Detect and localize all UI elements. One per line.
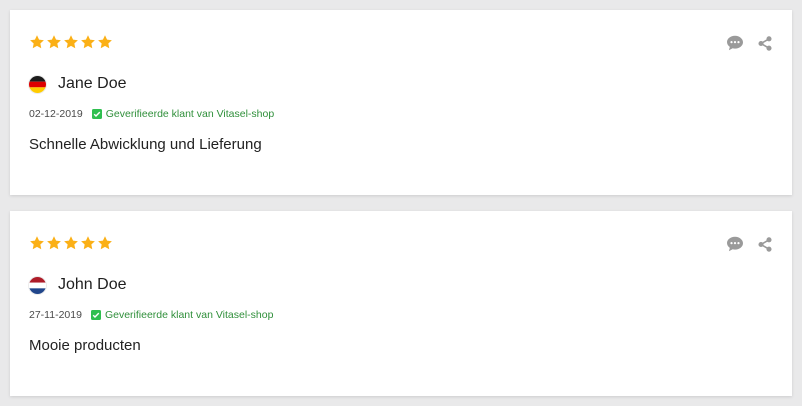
star-icon xyxy=(63,235,79,251)
review-text: Schnelle Abwicklung und Lieferung xyxy=(29,136,262,153)
review-meta: 02-12-2019 Geverifieerde klant van Vitas… xyxy=(29,107,274,121)
star-icon xyxy=(97,235,113,251)
star-icon xyxy=(80,34,96,50)
reviews-list: Jane Doe 02-12-2019 Geverifieerde klant … xyxy=(0,0,802,406)
author-name: Jane Doe xyxy=(58,75,127,92)
star-icon xyxy=(80,235,96,251)
comment-icon xyxy=(726,236,744,252)
share-button[interactable] xyxy=(756,34,774,52)
star-rating xyxy=(29,34,113,50)
review-meta: 27-11-2019 Geverifieerde klant van Vitas… xyxy=(29,308,273,322)
review-text: Mooie producten xyxy=(29,337,141,354)
review-author: John Doe xyxy=(29,275,127,295)
review-date: 02-12-2019 xyxy=(29,108,83,120)
comment-button[interactable] xyxy=(726,235,744,253)
share-icon xyxy=(757,236,773,253)
verified-text: Geverifieerde klant van Vitasel-shop xyxy=(104,309,274,321)
star-icon xyxy=(46,235,62,251)
netherlands-flag-icon xyxy=(29,276,46,294)
checkbox-check-icon xyxy=(91,109,102,119)
review-card: Jane Doe 02-12-2019 Geverifieerde klant … xyxy=(10,10,792,195)
review-actions xyxy=(726,235,774,253)
author-name: John Doe xyxy=(58,276,127,293)
star-rating xyxy=(29,235,113,251)
star-icon xyxy=(29,34,45,50)
checkbox-check-icon xyxy=(90,310,101,320)
star-icon xyxy=(29,235,45,251)
comment-icon xyxy=(726,35,744,51)
share-button[interactable] xyxy=(756,235,774,253)
germany-flag-icon xyxy=(29,75,46,93)
review-actions xyxy=(726,34,774,52)
review-author: Jane Doe xyxy=(29,74,127,94)
comment-button[interactable] xyxy=(726,34,744,52)
star-icon xyxy=(97,34,113,50)
verified-badge: Geverifieerde klant van Vitasel-shop xyxy=(91,107,275,121)
star-icon xyxy=(46,34,62,50)
star-icon xyxy=(63,34,79,50)
review-card: John Doe 27-11-2019 Geverifieerde klant … xyxy=(10,211,792,396)
review-date: 27-11-2019 xyxy=(29,309,82,321)
verified-badge: Geverifieerde klant van Vitasel-shop xyxy=(90,308,274,322)
verified-text: Geverifieerde klant van Vitasel-shop xyxy=(105,108,275,120)
share-icon xyxy=(757,35,773,52)
